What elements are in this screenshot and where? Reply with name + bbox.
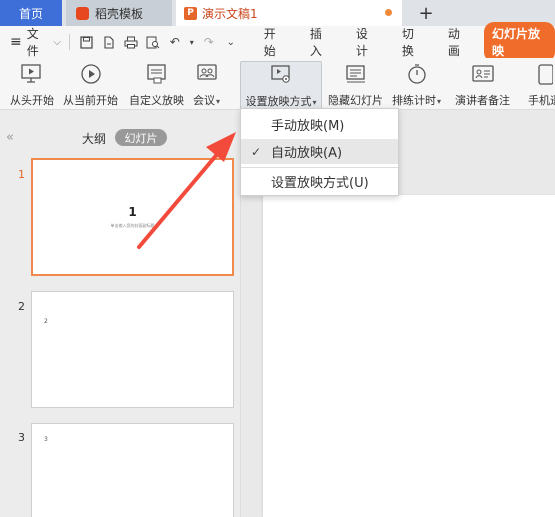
annotation-arrow-icon (137, 132, 236, 249)
